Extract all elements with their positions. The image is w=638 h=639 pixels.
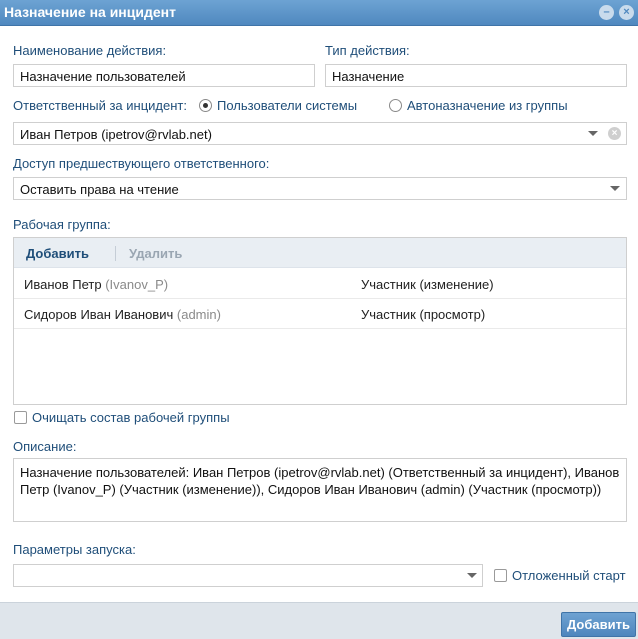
workgroup-toolbar: Добавить Удалить: [14, 238, 626, 268]
member-login: (admin): [176, 307, 221, 322]
radio-system-users-label[interactable]: Пользователи системы: [217, 98, 357, 113]
member-name-text: Иванов Петр: [24, 277, 102, 292]
minimize-icon[interactable]: –: [599, 5, 614, 20]
workgroup-add-button[interactable]: Добавить: [26, 246, 89, 261]
description-label: Описание:: [13, 439, 77, 454]
dialog-titlebar: Назначение на инцидент – ×: [0, 0, 638, 26]
member-role: Участник (просмотр): [361, 307, 486, 322]
clear-icon[interactable]: ×: [608, 127, 621, 140]
workgroup-delete-button[interactable]: Удалить: [129, 246, 182, 261]
submit-add-button[interactable]: Добавить: [561, 612, 636, 637]
chevron-down-icon[interactable]: [588, 131, 598, 136]
action-type-input[interactable]: Назначение: [325, 64, 627, 87]
close-icon[interactable]: ×: [619, 5, 634, 20]
radio-system-users[interactable]: [199, 99, 212, 112]
launch-params-select[interactable]: [13, 564, 483, 587]
radio-auto-assign-label[interactable]: Автоназначение из группы: [407, 98, 568, 113]
chevron-down-icon[interactable]: [610, 186, 620, 191]
member-role: Участник (изменение): [361, 277, 494, 292]
action-type-label: Тип действия:: [325, 43, 410, 58]
description-textarea[interactable]: Назначение пользователей: Иван Петров (i…: [13, 458, 627, 522]
clear-workgroup-label[interactable]: Очищать состав рабочей группы: [32, 410, 230, 425]
deferred-start-checkbox[interactable]: [494, 569, 507, 582]
toolbar-divider: [115, 246, 116, 261]
action-name-label: Наименование действия:: [13, 43, 167, 58]
chevron-down-icon[interactable]: [467, 573, 477, 578]
action-name-input[interactable]: Назначение пользователей: [13, 64, 315, 87]
deferred-start-label[interactable]: Отложенный старт: [512, 568, 626, 583]
member-login: (Ivanov_P): [105, 277, 169, 292]
workgroup-label: Рабочая группа:: [13, 217, 111, 232]
responsible-label: Ответственный за инцидент:: [13, 98, 187, 113]
prev-access-select-value: Оставить права на чтение: [20, 182, 179, 197]
workgroup-grid: Добавить Удалить Иванов Петр (Ivanov_P) …: [13, 237, 627, 405]
prev-access-select[interactable]: Оставить права на чтение: [13, 177, 627, 200]
launch-params-label: Параметры запуска:: [13, 542, 136, 557]
table-row[interactable]: Сидоров Иван Иванович (admin) Участник (…: [14, 299, 626, 329]
member-name: Сидоров Иван Иванович (admin): [24, 307, 221, 322]
member-name-text: Сидоров Иван Иванович: [24, 307, 174, 322]
radio-auto-assign[interactable]: [389, 99, 402, 112]
responsible-select-value: Иван Петров (ipetrov@rvlab.net): [20, 127, 212, 142]
member-name: Иванов Петр (Ivanov_P): [24, 277, 168, 292]
prev-access-label: Доступ предшествующего ответственного:: [13, 156, 270, 171]
clear-workgroup-checkbox[interactable]: [14, 411, 27, 424]
responsible-select[interactable]: Иван Петров (ipetrov@rvlab.net): [13, 122, 627, 145]
table-row[interactable]: Иванов Петр (Ivanov_P) Участник (изменен…: [14, 269, 626, 299]
dialog-title: Назначение на инцидент: [4, 4, 176, 20]
dialog-footer: Добавить: [0, 602, 638, 639]
